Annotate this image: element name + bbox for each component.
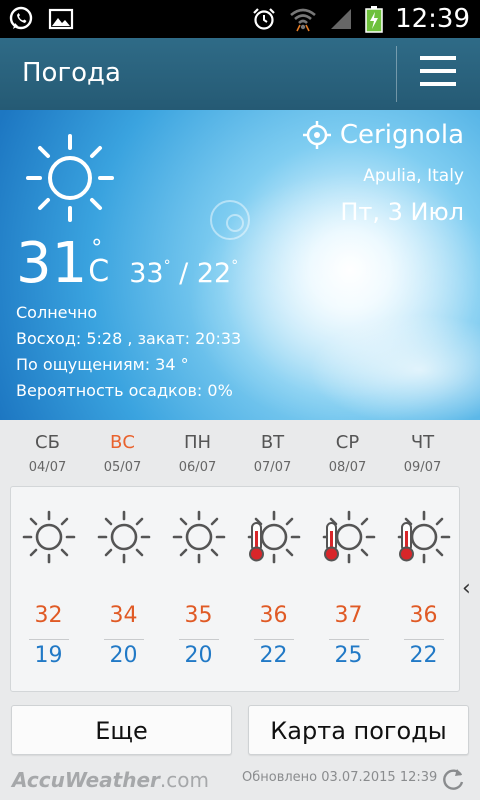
temp-value: 31 (16, 231, 88, 296)
day-header: СБ 04/07 (28, 432, 67, 475)
forecast-day[interactable]: 32 19 (11, 487, 86, 693)
whatsapp-icon (9, 6, 33, 30)
location-city[interactable]: Cerignola (302, 120, 464, 150)
temp-lo: 22 (196, 258, 232, 289)
status-clock: 12:39 (395, 4, 470, 34)
battery-charging-icon (365, 6, 383, 33)
location-region: Apulia, Italy (363, 166, 464, 186)
forecast-day[interactable]: 35 20 (161, 487, 236, 693)
forecast-day-headers: СБ 04/07 ВС 05/07 ПН 06/07 ВТ 07/07 СР 0… (10, 430, 460, 484)
sun-icon (172, 510, 226, 564)
day-header: ПН 06/07 (178, 432, 217, 475)
sun-icon (22, 510, 76, 564)
feels-like: По ощущениям: 34 ° (16, 355, 189, 374)
temp-hi-lo: 33° / 22° (129, 258, 239, 289)
updated-timestamp: Обновлено 03.07.2015 12:39 (242, 770, 438, 785)
weather-map-button[interactable]: Карта погоды (248, 705, 469, 755)
forecast-lo: 20 (109, 643, 138, 668)
day-header: ЧТ 09/07 (403, 432, 442, 475)
wifi-icon (290, 8, 316, 32)
app-bar-divider (396, 46, 397, 102)
forecast-hi: 36 (259, 603, 288, 628)
current-weather-panel: Cerignola Apulia, Italy Пт, 3 Июл 31 ° C… (0, 110, 480, 420)
footer: AccuWeather.com Обновлено 03.07.2015 12:… (0, 760, 480, 800)
gallery-icon (48, 8, 74, 30)
hot-sun-icon (247, 510, 301, 564)
hot-sun-icon (322, 510, 376, 564)
forecast-hi: 32 (34, 603, 63, 628)
weather-details: Солнечно Восход: 5:28 , закат: 20:33 По … (16, 300, 241, 404)
hot-sun-icon (397, 510, 451, 564)
sun-icon (97, 510, 151, 564)
forecast-hi: 35 (184, 603, 213, 628)
forecast-day[interactable]: 36 22 (236, 487, 311, 693)
forecast-day[interactable]: 36 22 (386, 487, 461, 693)
day-header: СР 08/07 (328, 432, 367, 475)
hamburger-menu-icon[interactable] (420, 56, 456, 90)
app-title: Погода (22, 58, 121, 88)
day-header: ВС 05/07 (103, 432, 142, 475)
condition-text: Солнечно (16, 303, 98, 322)
forecast-hi: 36 (409, 603, 438, 628)
forecast-card[interactable]: 32 19 34 20 35 20 36 22 37 25 36 22 (10, 486, 460, 692)
forecast-lo: 22 (259, 643, 288, 668)
day-header: ВТ 07/07 (253, 432, 292, 475)
accuweather-logo[interactable]: AccuWeather.com (12, 768, 209, 792)
precipitation-chance: Вероятность осадков: 0% (16, 381, 233, 400)
app-bar: Погода (0, 38, 480, 110)
city-name: Cerignola (339, 120, 464, 150)
sun-icon (26, 134, 114, 222)
forecast-hi: 34 (109, 603, 138, 628)
forecast-lo: 25 (334, 643, 363, 668)
temp-unit: C (88, 254, 110, 289)
more-button[interactable]: Еще (11, 705, 232, 755)
status-bar: 12:39 (0, 0, 480, 38)
forecast-day[interactable]: 37 25 (311, 487, 386, 693)
forecast-day[interactable]: 34 20 (86, 487, 161, 693)
forecast-lo: 19 (34, 643, 63, 668)
refresh-icon[interactable] (440, 766, 466, 792)
current-date: Пт, 3 Июл (340, 198, 464, 226)
sunrise-sunset: Восход: 5:28 , закат: 20:33 (16, 329, 242, 348)
chevron-left-icon[interactable]: ‹ (462, 576, 471, 601)
forecast-lo: 22 (409, 643, 438, 668)
forecast-hi: 37 (334, 603, 363, 628)
current-temperature: 31 ° C 33° / 22° (16, 234, 238, 294)
forecast-lo: 20 (184, 643, 213, 668)
signal-icon (331, 9, 352, 29)
temp-hi: 33 (129, 258, 164, 289)
alarm-icon (253, 8, 275, 30)
location-target-icon (302, 121, 331, 149)
